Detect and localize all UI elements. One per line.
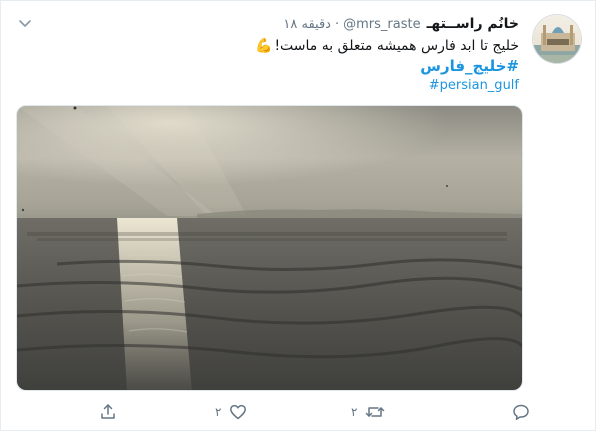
share-icon [99, 403, 117, 421]
sea-sunset-photo [17, 106, 522, 390]
tweet-text-content: خلیج تا ابد فارس همیشه متعلق به ماست! [274, 38, 519, 54]
share-button[interactable] [99, 400, 123, 424]
like-count: ۲ [215, 405, 222, 419]
chevron-down-icon[interactable] [17, 15, 33, 31]
like-button[interactable]: ۲ [215, 400, 247, 424]
tweet-card[interactable]: خانُم راســتهـ @mrs_raste · ۱۸ دقیقه خلی… [0, 0, 596, 431]
comment-icon [512, 403, 530, 421]
tweet-actions: ۲ ۲ [1, 400, 596, 424]
retweet-button[interactable]: ۲ [351, 400, 385, 424]
hashtag-link-persian-gulf-en[interactable]: #persian_gulf [49, 76, 519, 96]
reply-button[interactable] [504, 400, 530, 424]
retweet-icon [365, 403, 385, 421]
avatar[interactable] [532, 14, 582, 64]
hashtag-link-persian-gulf-fa[interactable]: #خلیج_فارس [49, 56, 519, 76]
author-handle[interactable]: @mrs_raste [343, 15, 420, 35]
author-name[interactable]: خانُم راســتهـ [427, 14, 519, 34]
flexed-biceps-emoji: 💪 [255, 38, 273, 54]
tweet-timestamp[interactable]: ۱۸ دقیقه [283, 15, 331, 35]
tweet-header: خانُم راســتهـ @mrs_raste · ۱۸ دقیقه [283, 14, 519, 35]
tweet-photo[interactable] [16, 105, 523, 391]
tweet-text-line: خلیج تا ابد فارس همیشه متعلق به ماست! 💪 [49, 36, 519, 56]
heart-icon [229, 403, 247, 421]
tweet-text: خلیج تا ابد فارس همیشه متعلق به ماست! 💪 … [49, 36, 519, 96]
separator-dot: · [334, 17, 340, 32]
retweet-count: ۲ [351, 405, 358, 419]
